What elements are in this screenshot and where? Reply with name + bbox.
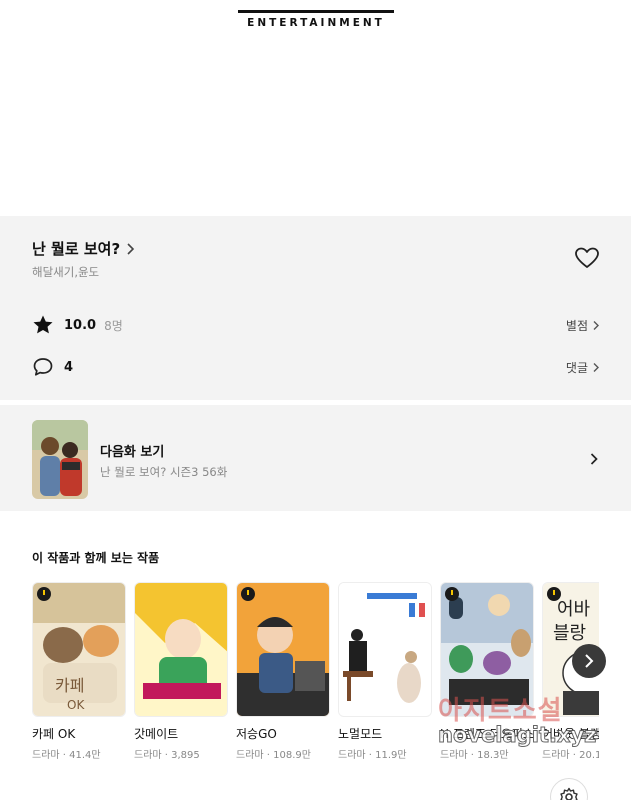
recommendation-title: 저승GO (236, 727, 277, 741)
chevron-right-icon (585, 654, 594, 668)
brand-logo-text: ENTERTAINMENT (247, 17, 385, 29)
star-icon (33, 315, 53, 334)
recommendation-card[interactable]: 노멀모드 드라마 · 11.9만 (338, 582, 432, 761)
site-watermark: 아지트소설 novelagit.xyz (438, 690, 628, 748)
gear-icon (560, 787, 578, 800)
recommendation-title: 카페 OK (32, 727, 76, 741)
next-episode-subtitle: 난 뭘로 보여? 시즌3 56화 (100, 465, 228, 479)
svg-text:카페: 카페 (55, 676, 84, 695)
svg-text:OK: OK (67, 698, 85, 712)
header-area: ENTERTAINMENT (0, 0, 631, 216)
recommendation-meta: 드라마 · 3,895 (134, 750, 200, 761)
recommendation-card[interactable]: 갓메이트 드라마 · 3,895 (134, 582, 228, 761)
comments-row: 4 댓글 (32, 355, 600, 379)
next-episode-card[interactable]: 다음화 보기 난 뭘로 보여? 시즌3 56화 (0, 405, 631, 511)
rating-row: 10.0 8명 별점 (32, 313, 600, 337)
recommendation-title: 노멀모드 (338, 727, 383, 741)
recommendation-title: 갓메이트 (134, 727, 179, 741)
clock-badge-icon (445, 587, 459, 601)
recommendation-meta: 드라마 · 20.1만 (542, 750, 599, 761)
recommendation-meta: 드라마 · 11.9만 (338, 750, 407, 761)
recommendation-meta: 드라마 · 41.4만 (32, 750, 101, 761)
series-authors: 해달새기,윤도 (32, 265, 100, 279)
recommendation-thumbnail (338, 582, 432, 717)
recommendation-thumbnail (134, 582, 228, 717)
comments-link[interactable]: 댓글 (566, 359, 600, 376)
clock-badge-icon (37, 587, 51, 601)
clock-badge-icon (241, 587, 255, 601)
recommendation-card[interactable]: 카페 OK 카페 OK 드라마 · 41.4만 (32, 582, 126, 761)
svg-text:블랑: 블랑 (553, 623, 586, 644)
comment-count: 4 (64, 359, 74, 375)
comment-icon (33, 358, 53, 376)
clock-badge-icon (547, 587, 561, 601)
watermark-korean: 아지트소설 (438, 696, 563, 726)
series-info-section: 난 뭘로 보여? 해달새기,윤도 10.0 8명 별점 4 댓글 (0, 216, 631, 400)
rating-score: 10.0 (64, 317, 97, 333)
recommendation-meta: 드라마 · 18.3만 (440, 750, 509, 761)
carousel-next-button[interactable] (572, 644, 606, 678)
watermark-domain: novelagit.xyz (438, 723, 597, 748)
series-title-link[interactable]: 난 뭘로 보여? (32, 238, 136, 259)
rating-count: 8명 (104, 318, 123, 333)
recommendation-meta: 드라마 · 108.9만 (236, 750, 311, 761)
recommendations-heading: 이 작품과 함께 보는 작품 (32, 551, 160, 565)
recommendations-section: 이 작품과 함께 보는 작품 카페 OK 카페 OK 드라마 · 41.4만 갓… (0, 516, 631, 800)
heart-icon[interactable] (574, 246, 600, 270)
svg-text:어바: 어바 (557, 599, 591, 620)
next-episode-label: 다음화 보기 (100, 445, 165, 460)
rating-link-label: 별점 (565, 318, 588, 333)
recommendation-card[interactable]: 저승GO 드라마 · 108.9만 (236, 582, 330, 761)
chevron-right-icon (593, 362, 599, 372)
chevron-right-icon (590, 453, 598, 465)
brand-logo: ENTERTAINMENT (238, 10, 394, 29)
recommendation-thumbnail: 카페 OK (32, 582, 126, 717)
chevron-right-icon (593, 320, 599, 330)
rating-link[interactable]: 별점 (566, 317, 600, 334)
next-episode-thumbnail (32, 420, 88, 499)
recommendation-thumbnail (236, 582, 330, 717)
series-title: 난 뭘로 보여? (32, 240, 121, 258)
chevron-right-icon (127, 242, 135, 255)
comments-link-label: 댓글 (565, 360, 588, 375)
